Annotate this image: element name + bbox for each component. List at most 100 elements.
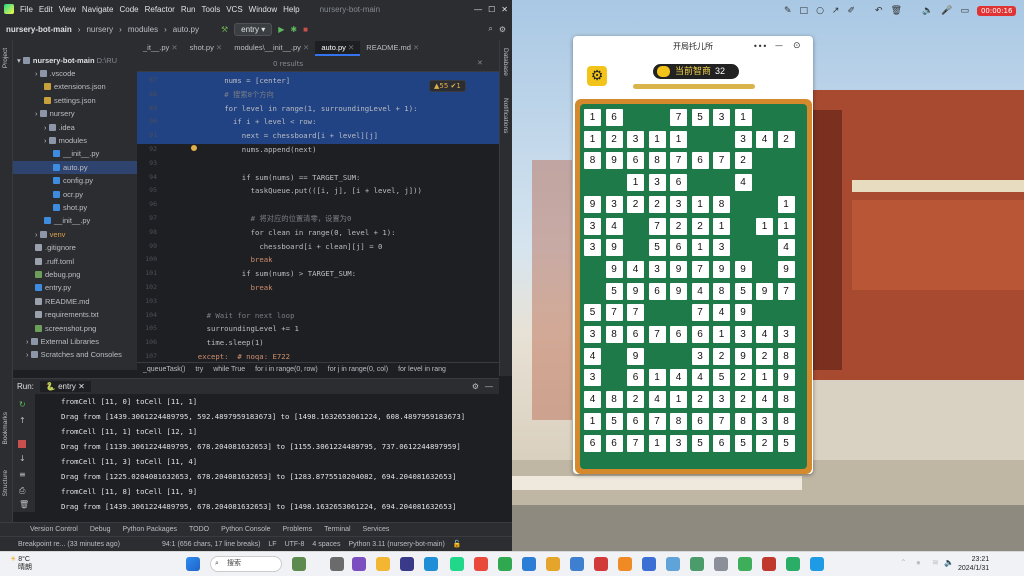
tool-window-button[interactable]: Python Console	[221, 526, 270, 533]
editor-tab[interactable]: auto.py ✕	[315, 41, 361, 56]
print-icon[interactable]: ⎙	[19, 486, 25, 496]
board-cell[interactable]: 9	[756, 282, 773, 300]
pen-icon[interactable]: ✎	[784, 6, 792, 16]
menu-navigate[interactable]: Navigate	[82, 5, 114, 14]
start-icon[interactable]	[186, 557, 200, 571]
board-cell[interactable]: 8	[670, 412, 687, 430]
arrow-icon[interactable]: ↗	[832, 6, 840, 16]
tree-item[interactable]: › External Libraries	[13, 335, 137, 348]
board-cell[interactable]: 2	[605, 130, 623, 148]
board-cell[interactable]: 8	[777, 412, 795, 430]
board-cell[interactable]: 7	[605, 304, 623, 322]
mail-icon[interactable]	[570, 557, 584, 571]
board-cell[interactable]: 1	[777, 217, 795, 235]
tree-root[interactable]: ▾ nursery-bot-main D:\RU	[13, 54, 137, 67]
board-cell[interactable]: 8	[777, 391, 795, 409]
tree-item[interactable]: › .idea	[13, 121, 137, 134]
board-cell[interactable]: 9	[670, 282, 687, 300]
board-cell[interactable]: 9	[627, 347, 644, 365]
map-icon[interactable]	[690, 557, 704, 571]
tray-app-icon[interactable]: ●	[916, 558, 921, 567]
board-cell[interactable]: 9	[584, 195, 601, 213]
tree-item[interactable]: extensions.json	[13, 80, 137, 93]
run-config-select[interactable]: entry ▾	[234, 22, 273, 36]
marker-icon[interactable]: ✐	[847, 6, 855, 16]
run-console[interactable]: fromCell [11, 0] toCell [11, 1] Drag from…	[35, 394, 499, 512]
code-breadcrumb[interactable]: for j in range(0, col)	[328, 366, 388, 373]
nav-crumb-modules[interactable]: modules	[128, 25, 158, 34]
tree-item[interactable]: shot.py	[13, 201, 137, 214]
status-indent[interactable]: 4 spaces	[312, 541, 340, 548]
search-icon[interactable]: ⌕	[488, 24, 492, 34]
board-cell[interactable]: 7	[648, 326, 666, 343]
wifi-icon[interactable]: ≋	[932, 558, 939, 567]
close-icon[interactable]: ✕	[501, 5, 508, 14]
speaker-icon[interactable]: 🔈	[922, 6, 933, 16]
nav-crumb-project[interactable]: nursery-bot-main	[6, 25, 72, 34]
board-cell[interactable]: 7	[713, 412, 730, 430]
pycharm-icon[interactable]	[450, 557, 464, 571]
tab-close-icon[interactable]: ✕	[169, 43, 177, 52]
board-cell[interactable]: 8	[777, 347, 795, 365]
menu-tools[interactable]: Tools	[202, 5, 221, 14]
tool-database[interactable]: Database	[502, 48, 509, 76]
menu-run[interactable]: Run	[181, 5, 196, 14]
status-encoding[interactable]: UTF-8	[285, 541, 305, 548]
board-cell[interactable]: 8	[584, 152, 601, 170]
recording-timer[interactable]: 00:00:16	[976, 6, 1017, 16]
tree-item[interactable]: requirements.txt	[13, 308, 137, 321]
mic-icon[interactable]: 🎤	[941, 6, 952, 16]
edge-icon[interactable]	[424, 557, 438, 571]
inspections-widget[interactable]: ▲55 ✔1	[429, 80, 466, 92]
board-cell[interactable]: 2	[627, 391, 644, 409]
lock-icon[interactable]: 🔓	[453, 540, 462, 548]
tree-item[interactable]: › venv	[13, 228, 137, 241]
board-cell[interactable]: 2	[713, 347, 730, 365]
code-breadcrumb[interactable]: _queueTask()	[143, 366, 185, 373]
orange-app-icon[interactable]	[618, 557, 632, 571]
board-cell[interactable]: 9	[777, 260, 795, 278]
board-cell[interactable]: 4	[584, 347, 601, 365]
stop-icon[interactable]: ■	[303, 25, 308, 34]
board-cell[interactable]: 7	[670, 152, 687, 170]
board-cell[interactable]: 9	[777, 369, 795, 387]
more-icon[interactable]: •••	[753, 42, 767, 51]
board-cell[interactable]: 6	[670, 174, 687, 192]
board-cell[interactable]: 1	[584, 130, 601, 148]
nav-crumb-nursery[interactable]: nursery	[86, 25, 113, 34]
menu-vcs[interactable]: VCS	[226, 5, 242, 14]
close-icon[interactable]: ⊙	[793, 41, 801, 51]
board-cell[interactable]: 4	[584, 391, 601, 409]
tree-item[interactable]: › nursery	[13, 107, 137, 120]
status-message[interactable]: Breakpoint re... (33 minutes ago)	[18, 541, 120, 548]
board-cell[interactable]: 8	[605, 391, 623, 409]
vs-icon[interactable]	[352, 557, 366, 571]
board-cell[interactable]: 5	[584, 304, 601, 322]
tool-window-button[interactable]: Services	[363, 526, 390, 533]
board-cell[interactable]: 9	[734, 347, 752, 365]
gear-icon[interactable]: ⚙	[587, 66, 607, 86]
board-cell[interactable]: 3	[713, 239, 730, 257]
run-tab-entry[interactable]: 🐍 entry ✕	[39, 381, 91, 392]
board-cell[interactable]: 4	[713, 304, 730, 322]
board-cell[interactable]: 7	[627, 304, 644, 322]
board-cell[interactable]: 6	[691, 326, 709, 343]
breakpoint-bulb-icon[interactable]	[191, 145, 197, 151]
board-cell[interactable]: 2	[691, 217, 709, 235]
board-cell[interactable]: 1	[627, 174, 644, 192]
tab-close-icon[interactable]: ✕	[301, 43, 309, 52]
code-editor[interactable]: ▲55 ✔1 87 nums = [center] 88 # 搜索8个方向 89 for …	[137, 72, 499, 362]
board-cell[interactable]: 7	[713, 152, 730, 170]
board-cell[interactable]: 3	[670, 195, 687, 213]
tree-item[interactable]: .ruff.toml	[13, 255, 137, 268]
board-cell[interactable]: 8	[734, 412, 752, 430]
board-cell[interactable]: 5	[648, 239, 666, 257]
board-cell[interactable]: 6	[627, 412, 644, 430]
board-cell[interactable]: 1	[584, 412, 601, 430]
board-cell[interactable]: 9	[605, 239, 623, 257]
code-breadcrumb[interactable]: for level in rang	[398, 366, 446, 373]
editor-tab[interactable]: README.md ✕	[360, 41, 425, 56]
board-cell[interactable]: 6	[713, 434, 730, 452]
find-close-icon[interactable]: ✕	[477, 59, 483, 67]
blue-app-icon[interactable]	[642, 557, 656, 571]
